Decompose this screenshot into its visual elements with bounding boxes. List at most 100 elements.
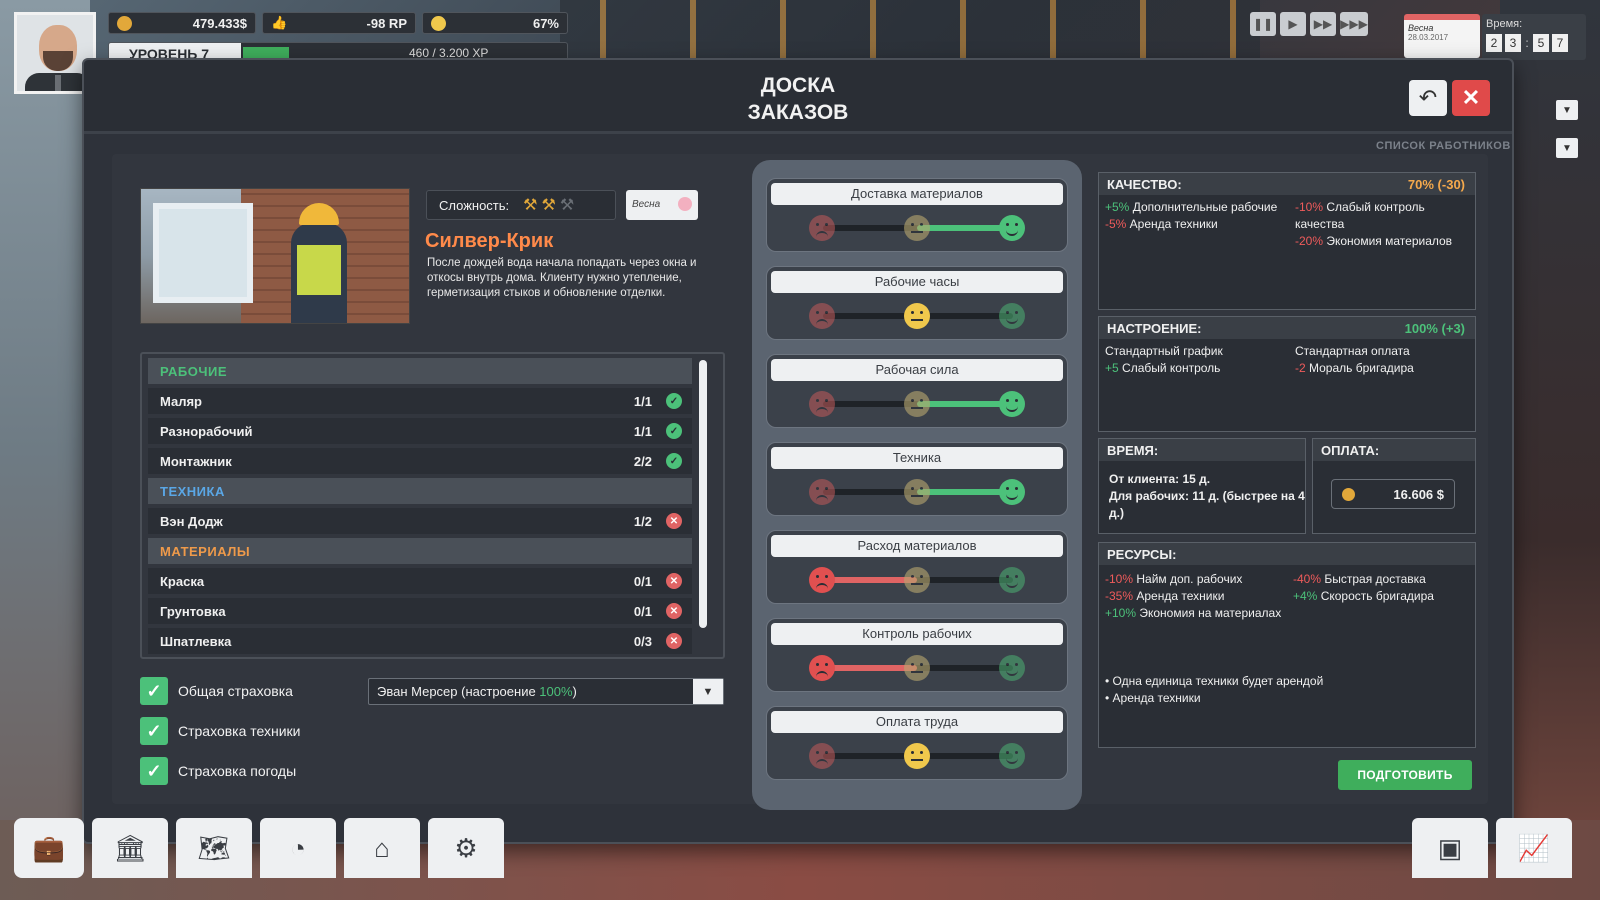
scene-building-left <box>0 0 90 900</box>
req-row-material: Шпатлевка 0/3 ✕ <box>148 628 692 654</box>
neutral-face-icon[interactable] <box>904 391 930 417</box>
chevron-down-icon: ▼ <box>1562 142 1572 154</box>
toolbar-bank-button[interactable]: 🏛 <box>92 818 168 878</box>
toolbar-profile-button[interactable]: ▣ <box>1412 818 1488 878</box>
tool-icon: ⚒ <box>523 197 542 214</box>
time-workers: Для рабочих: 11 д. (быстрее на 4 д.) <box>1109 489 1305 520</box>
tool-icon: ⚒ <box>559 197 579 214</box>
neutral-face-icon[interactable] <box>904 479 930 505</box>
happy-face-icon[interactable] <box>999 303 1025 329</box>
pause-button[interactable]: ❚❚ <box>1250 12 1276 36</box>
back-arrow-icon: ↶ <box>1418 85 1438 110</box>
cross-icon: ✕ <box>666 513 682 529</box>
chevron-down-icon: ▼ <box>1562 104 1572 116</box>
neutral-face-icon[interactable] <box>904 655 930 681</box>
panel-header: ДОСКА ЗАКАЗОВ ↶ ✕ <box>84 60 1512 134</box>
slider-setting[interactable]: Контроль рабочих <box>766 618 1068 692</box>
resources-modifiers-right: -40% Быстрая доставка +4% Скорость брига… <box>1293 572 1434 603</box>
slider-setting[interactable]: Рабочая сила <box>766 354 1068 428</box>
toolbar-staff-button[interactable]: ⚙ <box>428 818 504 878</box>
slider-label: Контроль рабочих <box>771 623 1063 645</box>
toolbar-projects-button[interactable]: 🗺 <box>176 818 252 878</box>
mood-modifiers-right: Стандартная оплата -2 Мораль бригадира <box>1295 344 1414 375</box>
req-row-material: Грунтовка 0/1 ✕ <box>148 598 692 624</box>
neutral-face-icon[interactable] <box>904 567 930 593</box>
time-header: ВРЕМЯ: <box>1099 439 1305 461</box>
check-icon: ✓ <box>666 453 682 469</box>
calendar-date: 28.03.2017 <box>1408 33 1449 42</box>
fastest-button[interactable]: ▶▶▶ <box>1340 12 1368 36</box>
requirements-list: РАБОЧИЕ Маляр 1/1 ✓ Разнорабочий 1/1 ✓ М… <box>140 352 725 659</box>
requirements-scrollbar[interactable] <box>699 360 707 628</box>
slider-setting[interactable]: Расход материалов <box>766 530 1068 604</box>
happy-face-icon[interactable] <box>999 655 1025 681</box>
time-box: ВРЕМЯ: От клиента: 15 д. Для рабочих: 11… <box>1098 438 1306 534</box>
money-display: 479.433$ <box>108 12 256 34</box>
happy-face-icon[interactable] <box>999 743 1025 769</box>
equipment-header: ТЕХНИКА <box>148 478 692 504</box>
happy-face-icon[interactable] <box>999 215 1025 241</box>
sad-face-icon[interactable] <box>809 303 835 329</box>
check-icon: ✓ <box>666 423 682 439</box>
happy-face-icon[interactable] <box>999 567 1025 593</box>
slider-label: Доставка материалов <box>771 183 1063 205</box>
slider-fill <box>823 665 917 671</box>
quality-modifiers-left: +5% Дополнительные рабочие -5% Аренда те… <box>1105 200 1278 231</box>
foreman-select[interactable]: Эван Мерсер (настроение 100%) ▼ <box>368 678 724 705</box>
neutral-face-icon[interactable] <box>904 743 930 769</box>
toolbar-stats-button[interactable]: ◔ <box>260 818 336 878</box>
fast-forward-button[interactable]: ▶▶ <box>1310 12 1336 36</box>
toolbar-reports-button[interactable]: 📈 <box>1496 818 1572 878</box>
sad-face-icon[interactable] <box>809 391 835 417</box>
prepare-button[interactable]: ПОДГОТОВИТЬ <box>1338 760 1472 790</box>
job-name: Силвер-Крик <box>425 230 554 252</box>
thumbs-up-icon: 👍 <box>271 15 288 30</box>
sad-face-icon[interactable] <box>809 567 835 593</box>
happy-face-icon[interactable] <box>999 479 1025 505</box>
payment-box: ОПЛАТА: 16.606 $ <box>1312 438 1476 534</box>
neutral-face-icon[interactable] <box>904 303 930 329</box>
payment-header: ОПЛАТА: <box>1313 439 1475 461</box>
sad-face-icon[interactable] <box>809 655 835 681</box>
time-panel: Время: 2 3 : 5 7 <box>1482 14 1586 60</box>
blueprint-icon: 🗺 <box>197 832 231 863</box>
quality-modifiers-right: -10% Слабый контроль качества -20% Эконо… <box>1295 200 1453 248</box>
req-row-worker: Разнорабочий 1/1 ✓ <box>148 418 692 444</box>
workers-list-dropdown[interactable]: ▼ <box>1556 138 1578 158</box>
mood-modifiers-left: Стандартный график +5 Слабый контроль <box>1105 344 1223 375</box>
calendar-widget[interactable]: Весна 28.03.2017 <box>1404 14 1480 58</box>
resources-notes: • Одна единица техники будет арендой • А… <box>1105 674 1324 705</box>
equipment-insurance-checkbox[interactable]: ✓ Страховка техники <box>140 716 440 746</box>
slider-label: Рабочая сила <box>771 359 1063 381</box>
toolbar-warehouse-button[interactable]: ⌂ <box>344 818 420 878</box>
happy-face-icon[interactable] <box>999 391 1025 417</box>
pie-chart-icon: ◔ <box>290 832 306 863</box>
back-button[interactable]: ↶ <box>1409 80 1447 116</box>
complexity-label: Сложность: <box>439 197 510 213</box>
toolbar-jobs-button[interactable]: 💼 <box>14 818 84 878</box>
warehouse-icon: ⌂ <box>374 832 390 863</box>
neutral-face-icon[interactable] <box>904 215 930 241</box>
coin-icon <box>1342 488 1355 501</box>
slider-setting[interactable]: Доставка материалов <box>766 178 1068 252</box>
workers-list-label[interactable]: СПИСОК РАБОТНИКОВ <box>1376 140 1511 152</box>
worker-icon: ⚙ <box>454 832 478 863</box>
sad-face-icon[interactable] <box>809 479 835 505</box>
job-description: После дождей вода начала попадать через … <box>427 257 697 299</box>
cross-icon: ✕ <box>666 603 682 619</box>
resources-header: РЕСУРСЫ: <box>1099 543 1475 565</box>
slider-setting[interactable]: Оплата труда <box>766 706 1068 780</box>
time-client: От клиента: 15 д. <box>1109 472 1211 486</box>
quality-box: КАЧЕСТВО: 70% (-30) +5% Дополнительные ра… <box>1098 172 1476 310</box>
close-icon: ✕ <box>1461 85 1481 110</box>
play-button[interactable]: ▶ <box>1280 12 1306 36</box>
close-button[interactable]: ✕ <box>1452 80 1490 116</box>
weather-insurance-checkbox[interactable]: ✓ Страховка погоды <box>140 756 440 786</box>
sad-face-icon[interactable] <box>809 215 835 241</box>
slider-label: Рабочие часы <box>771 271 1063 293</box>
slider-setting[interactable]: Рабочие часы <box>766 266 1068 340</box>
sad-face-icon[interactable] <box>809 743 835 769</box>
req-row-material: Краска 0/1 ✕ <box>148 568 692 594</box>
slider-setting[interactable]: Техника <box>766 442 1068 516</box>
top-right-dropdown[interactable]: ▼ <box>1556 100 1578 120</box>
